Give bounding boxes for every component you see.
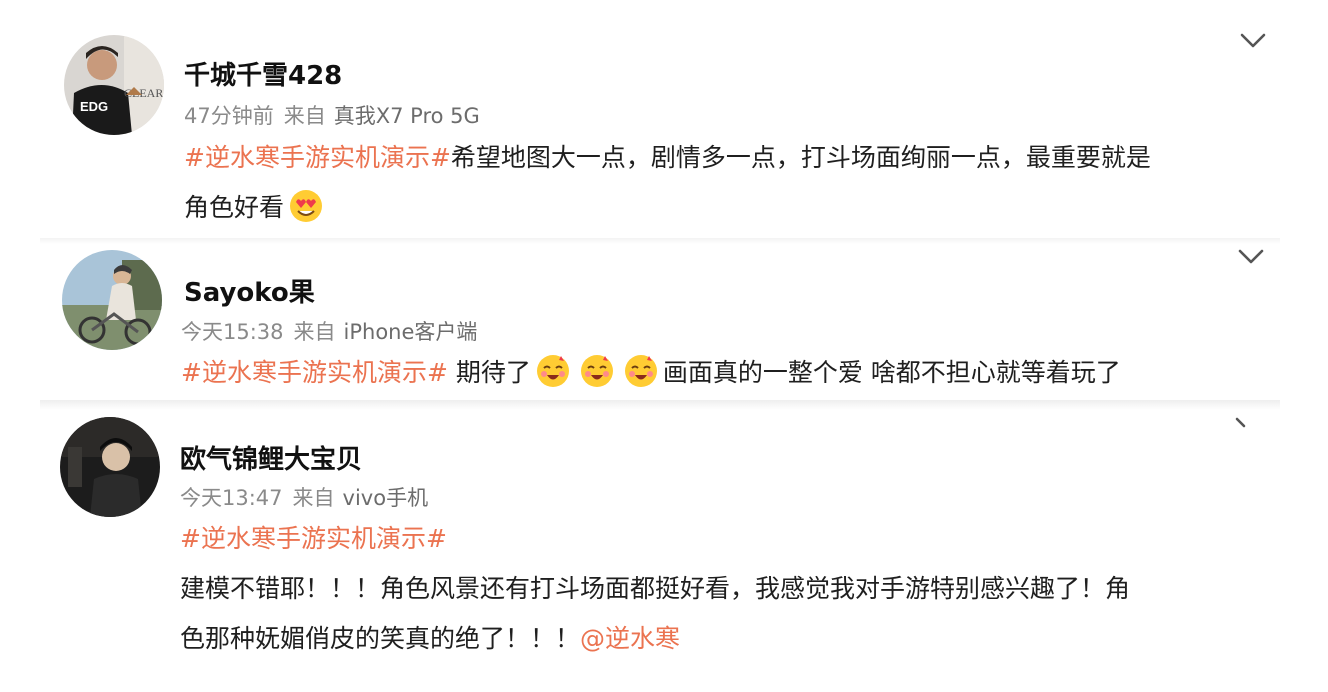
avatar-badge-text: EDG: [80, 99, 108, 114]
comment-body: 建模不错耶！！！角色风景还有打斗场面都挺好看，我感觉我对手游特别感兴趣了！角: [180, 574, 1131, 603]
happy-emoji: [535, 353, 571, 389]
avatar[interactable]: [62, 250, 162, 350]
from-label: 来自: [283, 104, 326, 128]
comment-line: 角色好看: [184, 183, 1151, 233]
comment-item: 欧气锦鲤大宝贝 今天13:47 来自 vivo手机 #逆水寒手游实机演示# 建模不错…: [0, 404, 1328, 692]
post-meta: 今天15:38 来自 iPhone客户端: [181, 316, 477, 346]
source-device[interactable]: 真我X7 Pro 5G: [334, 104, 480, 128]
comment-text: #逆水寒手游实机演示# 建模不错耶！！！角色风景还有打斗场面都挺好看，我感觉我对…: [180, 514, 1130, 664]
happy-emoji: [579, 353, 615, 389]
comment-body: 期待了: [447, 358, 531, 387]
username[interactable]: Sayoko果: [184, 272, 315, 309]
source-device[interactable]: vivo手机: [343, 486, 429, 510]
source-device[interactable]: iPhone客户端: [344, 320, 478, 344]
comment-body: 希望地图大一点，剧情多一点，打斗场面绚丽一点，最重要就是: [450, 143, 1151, 172]
heart-eyes-emoji: [288, 188, 324, 224]
comment-body: 色那种妩媚俏皮的笑真的绝了！！！: [180, 624, 581, 653]
timestamp: 47分钟前: [184, 104, 274, 128]
comment-body: 画面真的一整个爱 啥都不担心就等着玩了: [662, 358, 1121, 387]
post-meta: 47分钟前 来自 真我X7 Pro 5G: [184, 100, 480, 130]
comment-text: #逆水寒手游实机演示# 期待了 画面真的一整个爱 啥都不担心就等着玩了: [181, 348, 1121, 398]
timestamp: 今天15:38: [181, 320, 284, 344]
comment-item: EDG CLEAR 千城千雪428 47分钟前 来自 真我X7 Pro 5G #逆水…: [0, 0, 1328, 240]
comment-line: #逆水寒手游实机演示#希望地图大一点，剧情多一点，打斗场面绚丽一点，最重要就是: [184, 133, 1151, 183]
avatar[interactable]: [60, 417, 160, 517]
comment-item: Sayoko果 今天15:38 来自 iPhone客户端 #逆水寒手游实机演示# 期…: [0, 240, 1328, 404]
username[interactable]: 欧气锦鲤大宝贝: [180, 439, 362, 476]
comment-feed: EDG CLEAR 千城千雪428 47分钟前 来自 真我X7 Pro 5G #逆水…: [0, 0, 1328, 692]
from-label: 来自: [293, 320, 336, 344]
chevron-down-icon[interactable]: [1234, 416, 1250, 430]
chevron-down-icon[interactable]: [1238, 248, 1264, 266]
username[interactable]: 千城千雪428: [184, 55, 342, 92]
hashtag-link[interactable]: #逆水寒手游实机演示#: [181, 358, 448, 387]
comment-line: 色那种妩媚俏皮的笑真的绝了！！！@逆水寒: [180, 614, 1130, 664]
from-label: 来自: [292, 486, 335, 510]
comment-text: #逆水寒手游实机演示#希望地图大一点，剧情多一点，打斗场面绚丽一点，最重要就是 …: [184, 133, 1151, 233]
timestamp: 今天13:47: [180, 486, 283, 510]
comment-line: 建模不错耶！！！角色风景还有打斗场面都挺好看，我感觉我对手游特别感兴趣了！角: [180, 564, 1130, 614]
comment-line: #逆水寒手游实机演示# 期待了 画面真的一整个爱 啥都不担心就等着玩了: [181, 348, 1121, 398]
comment-line: #逆水寒手游实机演示#: [180, 514, 1130, 564]
happy-emoji: [623, 353, 659, 389]
chevron-down-icon[interactable]: [1240, 32, 1266, 50]
post-meta: 今天13:47 来自 vivo手机: [180, 482, 428, 512]
mention-link[interactable]: @逆水寒: [580, 624, 680, 653]
hashtag-link[interactable]: #逆水寒手游实机演示#: [180, 524, 447, 553]
hashtag-link[interactable]: #逆水寒手游实机演示#: [184, 143, 451, 172]
comment-body: 角色好看: [184, 193, 285, 222]
avatar[interactable]: EDG CLEAR: [64, 35, 164, 135]
